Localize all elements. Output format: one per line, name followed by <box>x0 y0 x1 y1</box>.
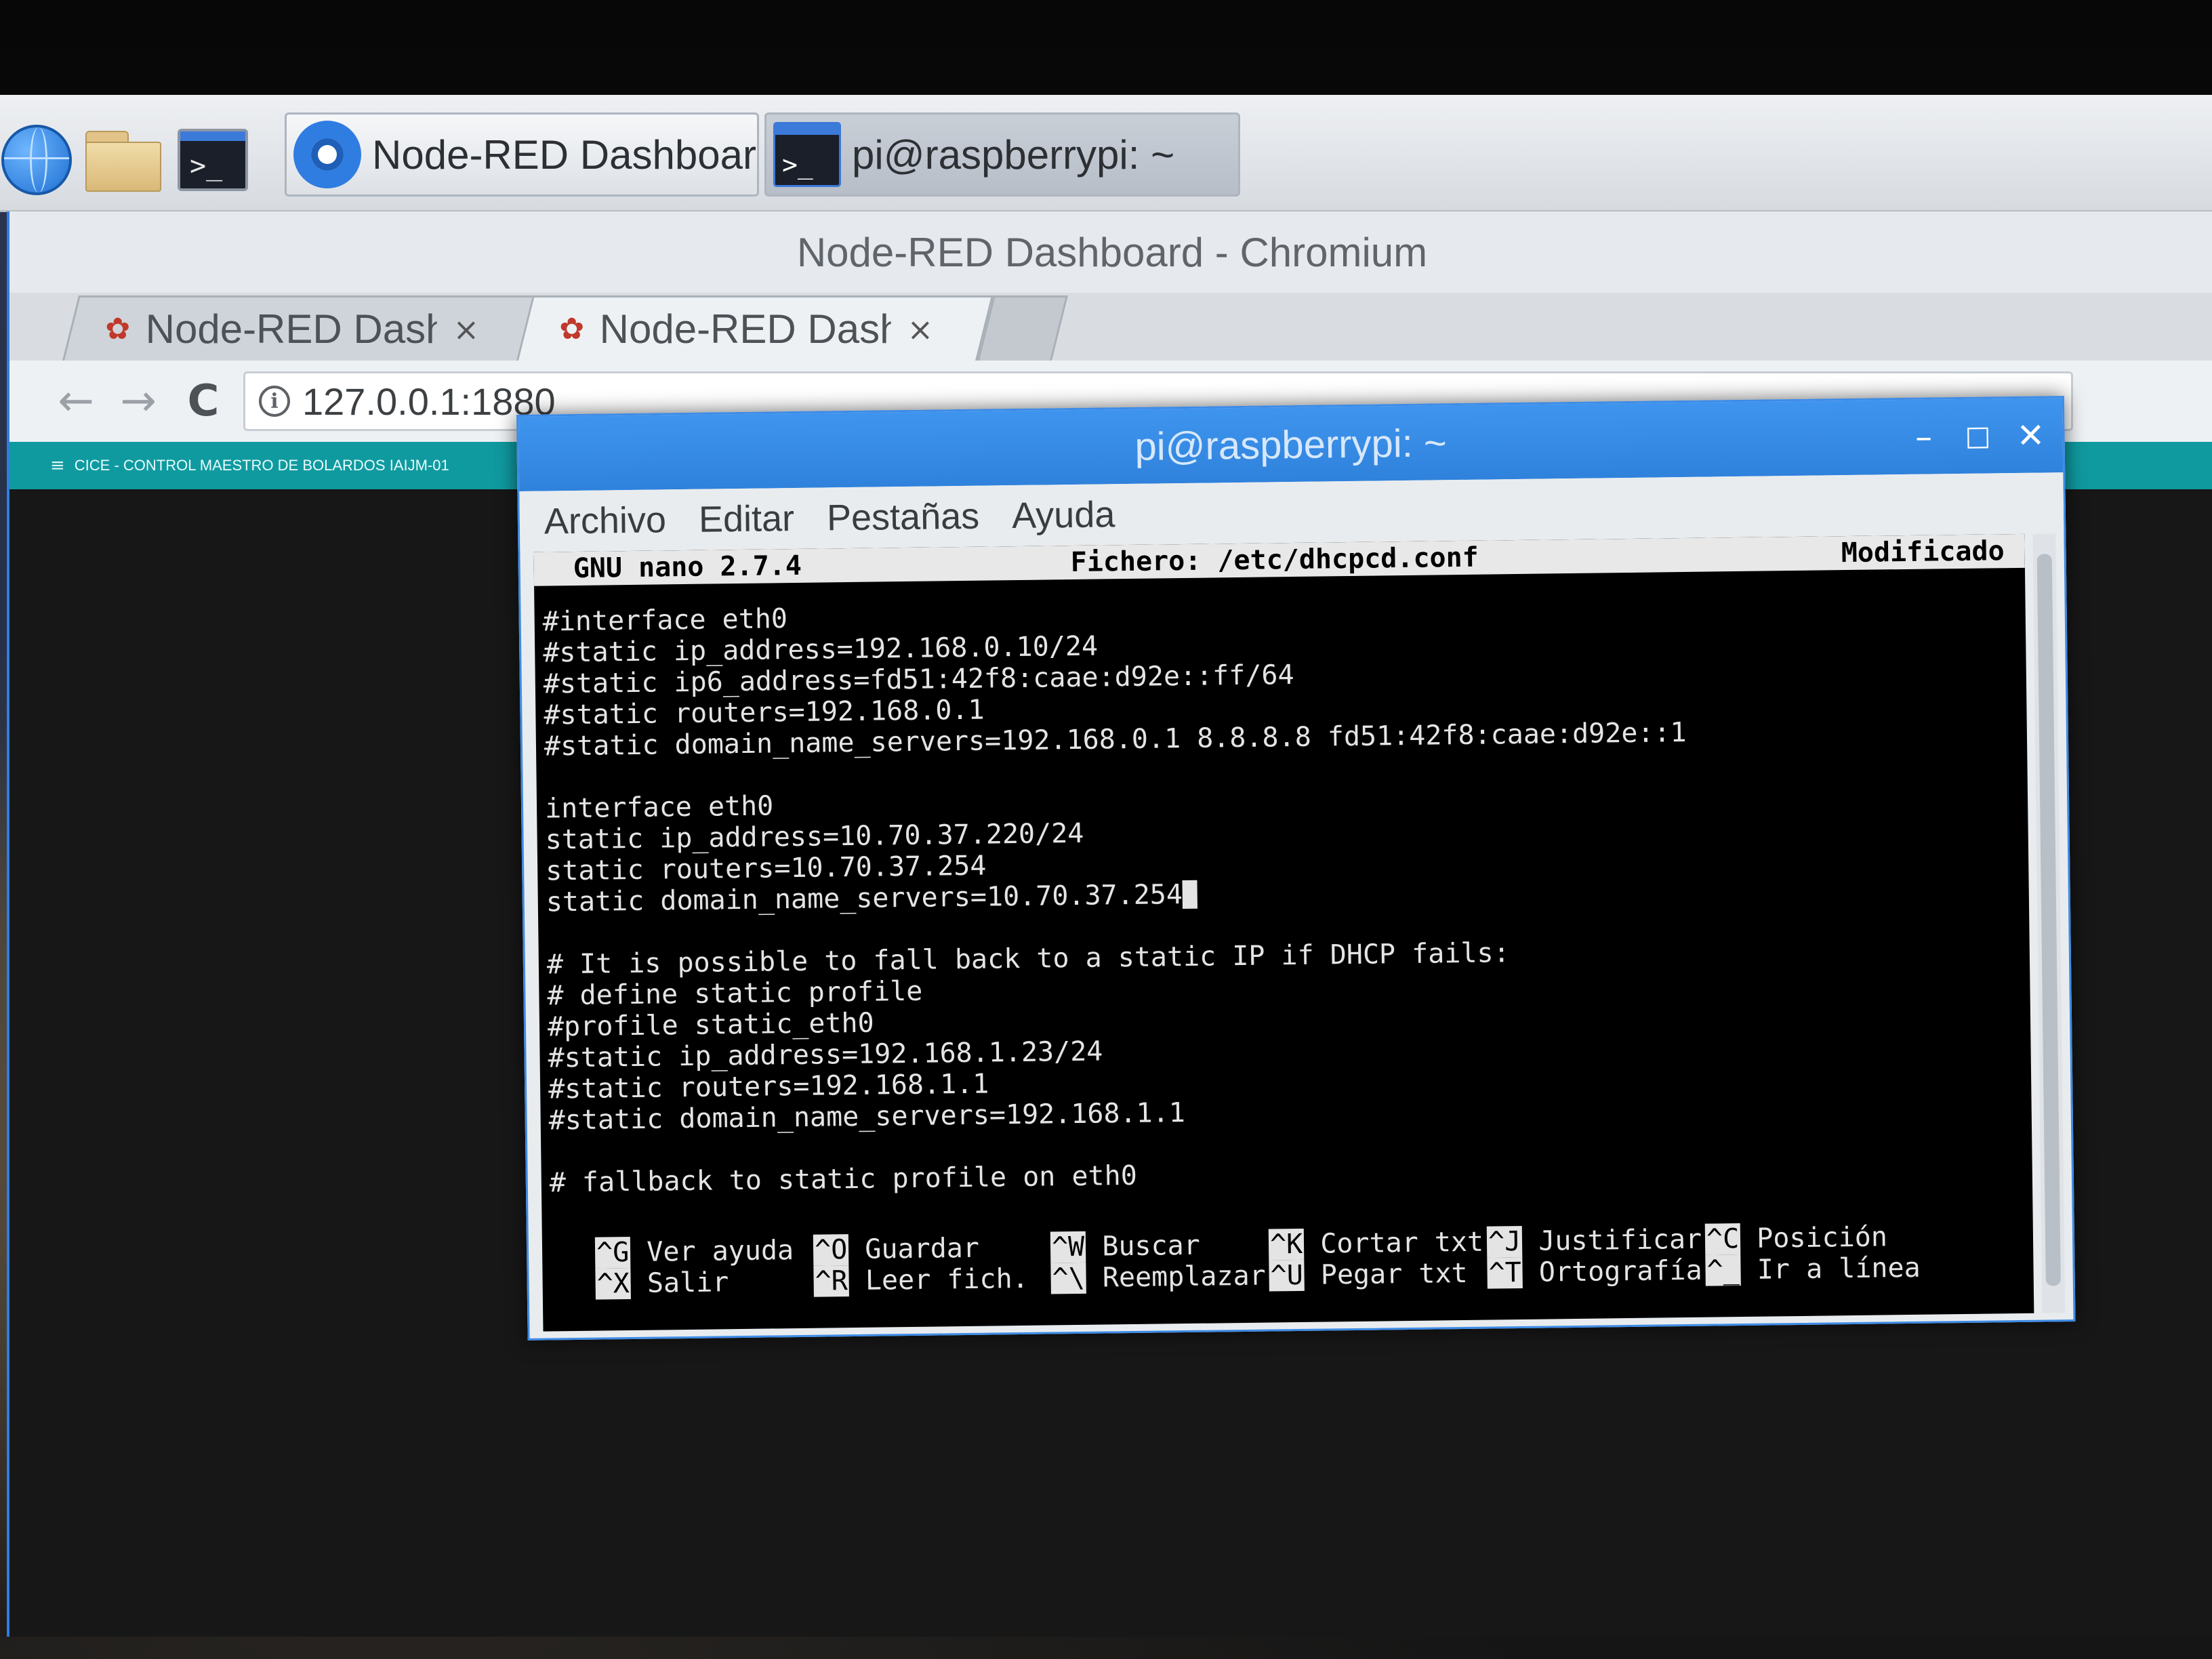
terminal-title: pi@raspberrypi: ~ <box>1134 420 1448 469</box>
shortcut-key: ^O <box>813 1234 849 1266</box>
close-icon[interactable]: ✕ <box>2007 413 2055 458</box>
nano-editor[interactable]: GNU nano 2.7.4 Fichero: /etc/dhcpcd.conf… <box>533 533 2034 1332</box>
shortcut-label: Salir <box>647 1267 729 1299</box>
terminal-scrollbar[interactable] <box>2032 533 2066 1313</box>
shortcut-key: ^\ <box>1050 1262 1087 1294</box>
new-tab-button[interactable] <box>977 295 1068 361</box>
browser-tab[interactable]: ✿ Node-RED Dashbo × <box>62 295 539 361</box>
shortcut-label: Posición <box>1756 1221 1888 1254</box>
shortcut-key: ^C <box>1704 1223 1741 1255</box>
taskbar-task-chromium[interactable]: Node-RED Dashboar... <box>285 112 759 197</box>
tab-label: Node-RED Dashbo <box>599 306 891 352</box>
browser-tab-active[interactable]: ✿ Node-RED Dashbo × <box>516 295 994 361</box>
window-title: Node-RED Dashboard - Chromium <box>9 211 2212 293</box>
nano-status: Modificado <box>1841 535 2005 569</box>
shortcut-item[interactable]: ^C Posición <box>1704 1221 1888 1255</box>
terminal-icon: >_ <box>773 122 841 187</box>
shortcut-item[interactable]: ^G Ver ayuda <box>594 1235 794 1269</box>
tab-label: Node-RED Dashbo <box>145 306 437 352</box>
nano-version: GNU nano 2.7.4 <box>573 550 802 584</box>
shortcut-label: Guardar <box>865 1232 980 1265</box>
nano-filename: Fichero: /etc/dhcpcd.conf <box>1070 541 1479 579</box>
reload-button[interactable]: C <box>176 374 230 428</box>
shortcut-label: Ver ayuda <box>647 1235 794 1268</box>
shortcut-key: ^G <box>594 1237 631 1269</box>
taskbar-task-label: Node-RED Dashboar... <box>372 131 757 178</box>
minimize-icon[interactable]: – <box>1900 414 1948 459</box>
shortcut-label: Pegar txt <box>1320 1257 1468 1291</box>
monitor-screen: >_ Node-RED Dashboar... >_ pi@raspberryp… <box>0 95 2212 1637</box>
shortcut-key: ^U <box>1269 1259 1305 1292</box>
info-icon[interactable]: i <box>259 386 290 417</box>
chromium-icon <box>293 121 361 188</box>
taskbar-task-label: pi@raspberrypi: ~ <box>852 131 1175 178</box>
terminal-icon[interactable]: >_ <box>178 125 248 195</box>
shortcut-label: Reemplazar <box>1102 1260 1266 1294</box>
terminal-window: pi@raspberrypi: ~ – □ ✕ Archivo Editar P… <box>516 396 2076 1340</box>
shortcut-label: Cortar txt <box>1320 1226 1484 1260</box>
menu-editar[interactable]: Editar <box>699 497 795 541</box>
shortcut-key: ^R <box>813 1265 850 1297</box>
shortcut-key: ^J <box>1486 1225 1523 1258</box>
dashboard-title: CICE - CONTROL MAESTRO DE BOLARDOS IAIJM… <box>74 457 449 474</box>
taskbar: >_ Node-RED Dashboar... >_ pi@raspberryp… <box>0 95 2212 212</box>
close-icon[interactable]: × <box>453 311 480 348</box>
menu-archivo[interactable]: Archivo <box>544 499 667 542</box>
node-red-icon: ✿ <box>105 312 131 346</box>
menu-ayuda[interactable]: Ayuda <box>1012 493 1115 537</box>
forward-button[interactable]: → <box>111 374 165 428</box>
shortcut-label: Justificar <box>1538 1223 1702 1257</box>
globe-icon[interactable] <box>1 125 72 195</box>
shortcut-item[interactable]: ^U Pegar txt <box>1269 1258 1468 1292</box>
shortcut-item[interactable]: ^O Guardar <box>813 1233 979 1266</box>
node-red-icon: ✿ <box>559 312 585 346</box>
back-button[interactable]: ← <box>49 374 103 428</box>
shortcut-key: ^W <box>1050 1231 1086 1263</box>
shortcut-label: Ir a línea <box>1757 1252 1921 1286</box>
shortcut-key: ^_ <box>1705 1254 1742 1286</box>
shortcut-key: ^X <box>595 1268 632 1300</box>
nano-shortcuts: ^G Ver ayuda ^O Guardar ^W Buscar ^K Cortar… <box>594 1220 2019 1300</box>
menu-icon[interactable]: ≡ <box>50 455 65 476</box>
scrollbar-thumb[interactable] <box>2036 554 2061 1286</box>
shortcut-item[interactable]: ^W Buscar <box>1050 1230 1200 1263</box>
text-cursor <box>1182 880 1198 909</box>
shortcut-label: Ortografía <box>1538 1254 1702 1288</box>
nano-text-area[interactable]: #interface eth0 #static ip_address=192.16… <box>542 588 2020 1198</box>
shortcut-item[interactable]: ^_ Ir a línea <box>1705 1252 1921 1286</box>
folder-icon[interactable] <box>85 125 161 195</box>
shortcut-label: Leer fich. <box>865 1263 1029 1296</box>
shortcut-item[interactable]: ^R Leer fich. <box>813 1263 1029 1297</box>
shortcut-item[interactable]: ^T Ortografía <box>1487 1255 1702 1289</box>
close-icon[interactable]: × <box>907 311 934 348</box>
shortcut-key: ^K <box>1268 1228 1305 1261</box>
shortcut-item[interactable]: ^X Salir <box>595 1267 729 1300</box>
shortcut-key: ^T <box>1487 1256 1523 1289</box>
shortcut-item[interactable]: ^J Justificar <box>1486 1223 1702 1258</box>
photo-frame: >_ Node-RED Dashboar... >_ pi@raspberryp… <box>0 0 2212 1659</box>
menu-pestanas[interactable]: Pestañas <box>827 495 980 539</box>
tab-strip: ✿ Node-RED Dashbo × ✿ Node-RED Dashbo × <box>9 293 2212 361</box>
shortcut-label: Buscar <box>1102 1229 1201 1263</box>
taskbar-task-terminal[interactable]: >_ pi@raspberrypi: ~ <box>764 112 1240 197</box>
shortcut-item[interactable]: ^\ Reemplazar <box>1050 1261 1266 1294</box>
shortcut-item[interactable]: ^K Cortar txt <box>1268 1226 1484 1261</box>
maximize-icon[interactable]: □ <box>1954 413 2002 459</box>
